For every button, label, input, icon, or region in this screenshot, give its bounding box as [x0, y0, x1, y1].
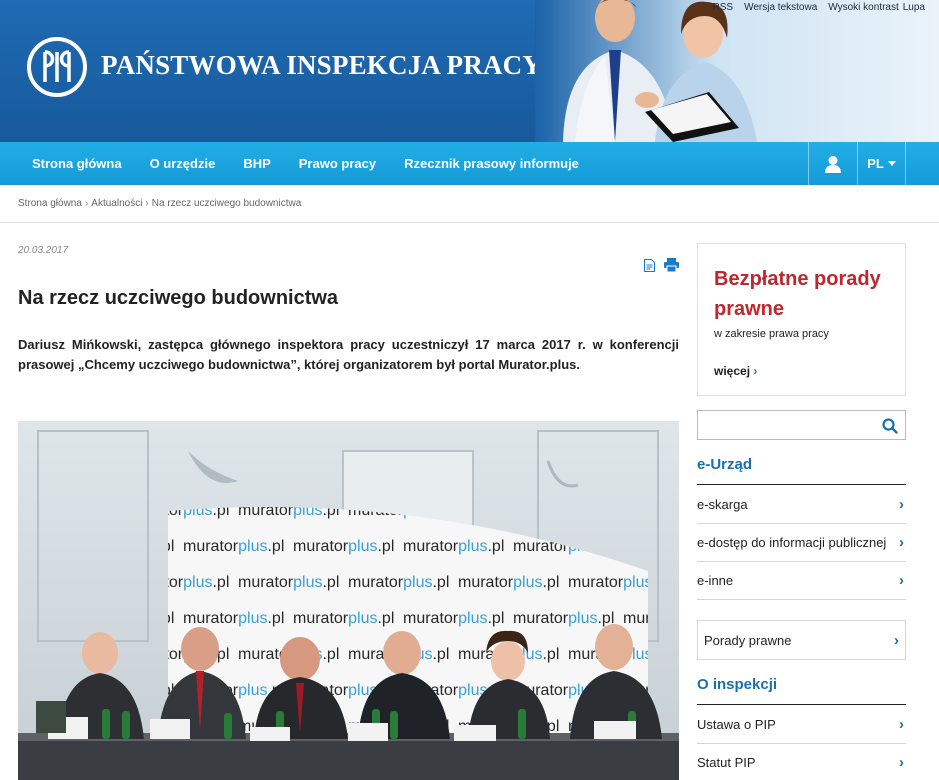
- main-nav: Strona główna O urzędzie BHP Prawo pracy…: [0, 142, 939, 185]
- caret-down-icon: [887, 160, 896, 166]
- promo-more-link[interactable]: więcej ›: [714, 364, 757, 378]
- chevron-right-icon: ›: [894, 631, 899, 649]
- o-inspekcji-heading[interactable]: O inspekcji: [697, 676, 777, 693]
- chevron-right-icon: ›: [899, 534, 904, 551]
- top-utility-links: RSS Wersja tekstowa Wysoki kontrast Lupa: [713, 2, 925, 13]
- breadcrumb-current: Na rzecz uczciwego budownictwa: [151, 198, 302, 209]
- magnifier-link[interactable]: Lupa: [903, 2, 925, 13]
- legal-advice-link[interactable]: Porady prawne ›: [697, 620, 906, 660]
- document-icon[interactable]: [644, 258, 655, 272]
- chevron-right-icon: ›: [753, 364, 758, 378]
- pip-logo-icon[interactable]: [26, 36, 88, 98]
- high-contrast-link[interactable]: Wysoki kontrast: [828, 2, 898, 13]
- link-ustawa-pip[interactable]: Ustawa o PIP ›: [697, 706, 906, 744]
- user-icon: [825, 155, 841, 173]
- nav-item-bhp[interactable]: BHP: [229, 156, 284, 171]
- article-title: Na rzecz uczciwego budownictwa: [18, 287, 339, 309]
- nav-item-home[interactable]: Strona główna: [18, 156, 136, 171]
- rss-link[interactable]: RSS: [713, 2, 734, 13]
- article-lead: Dariusz Mińkowski, zastępca głównego ins…: [18, 337, 679, 372]
- chevron-right-icon: ›: [899, 572, 904, 589]
- nav-items: Strona główna O urzędzie BHP Prawo pracy…: [18, 142, 593, 185]
- link-statut-pip[interactable]: Statut PIP ›: [697, 744, 906, 780]
- search-box: [697, 410, 906, 440]
- breadcrumb-news[interactable]: Aktualności: [91, 198, 142, 209]
- text-version-link[interactable]: Wersja tekstowa: [744, 2, 817, 13]
- o-inspekcji-heading-rule: [697, 704, 906, 705]
- chevron-right-icon: ›: [899, 754, 904, 771]
- breadcrumb: Strona główna › Aktualności › Na rzecz uczci…: [18, 198, 301, 209]
- legal-advice-label: Porady prawne: [704, 632, 792, 648]
- link-e-dostep[interactable]: e-dostęp do informacji publicznej ›: [697, 524, 906, 562]
- header-photo: [535, 0, 939, 142]
- chevron-right-icon: ›: [899, 496, 904, 513]
- print-icon[interactable]: [664, 258, 679, 272]
- promo-title: Bezpłatne porady prawne: [714, 268, 881, 320]
- breadcrumb-divider: [0, 222, 939, 223]
- nav-item-about[interactable]: O urzędzie: [136, 156, 230, 171]
- user-button[interactable]: [808, 142, 857, 185]
- search-icon[interactable]: [881, 417, 899, 435]
- breadcrumb-separator: ›: [84, 198, 89, 209]
- eurzad-heading[interactable]: e-Urząd: [697, 456, 752, 473]
- site-header: PAŃSTWOWA INSPEKCJA PRACY RSS Wersja tek…: [0, 0, 939, 142]
- language-label: PL: [867, 156, 884, 171]
- link-label: Statut PIP: [697, 755, 756, 770]
- chevron-right-icon: ›: [899, 716, 904, 733]
- language-selector[interactable]: PL: [857, 142, 906, 185]
- article-photo[interactable]: muratorplus.pl muratorplus.pl muratorplu…: [18, 421, 679, 780]
- link-label: e-inne: [697, 573, 734, 588]
- nav-item-labor-law[interactable]: Prawo pracy: [285, 156, 390, 171]
- promo-more-label: więcej: [714, 364, 751, 378]
- eurzad-heading-rule: [697, 484, 906, 485]
- breadcrumb-home[interactable]: Strona główna: [18, 198, 82, 209]
- search-input[interactable]: [698, 411, 876, 439]
- link-label: e-skarga: [697, 497, 748, 512]
- breadcrumb-separator: ›: [145, 198, 149, 209]
- link-label: e-dostęp do informacji publicznej: [697, 535, 887, 550]
- promo-subtitle: w zakresie prawa pracy: [714, 328, 829, 340]
- free-legal-advice-promo[interactable]: Bezpłatne porady prawne w zakresie prawa…: [697, 243, 906, 396]
- link-e-inne[interactable]: e-inne ›: [697, 562, 906, 600]
- article-tools: [644, 258, 679, 272]
- article-date: 20.03.2017: [18, 245, 69, 256]
- nav-item-press[interactable]: Rzecznik prasowy informuje: [390, 156, 593, 171]
- link-e-skarga[interactable]: e-skarga ›: [697, 486, 906, 524]
- link-label: Ustawa o PIP: [697, 717, 776, 732]
- site-title[interactable]: PAŃSTWOWA INSPEKCJA PRACY: [101, 50, 542, 81]
